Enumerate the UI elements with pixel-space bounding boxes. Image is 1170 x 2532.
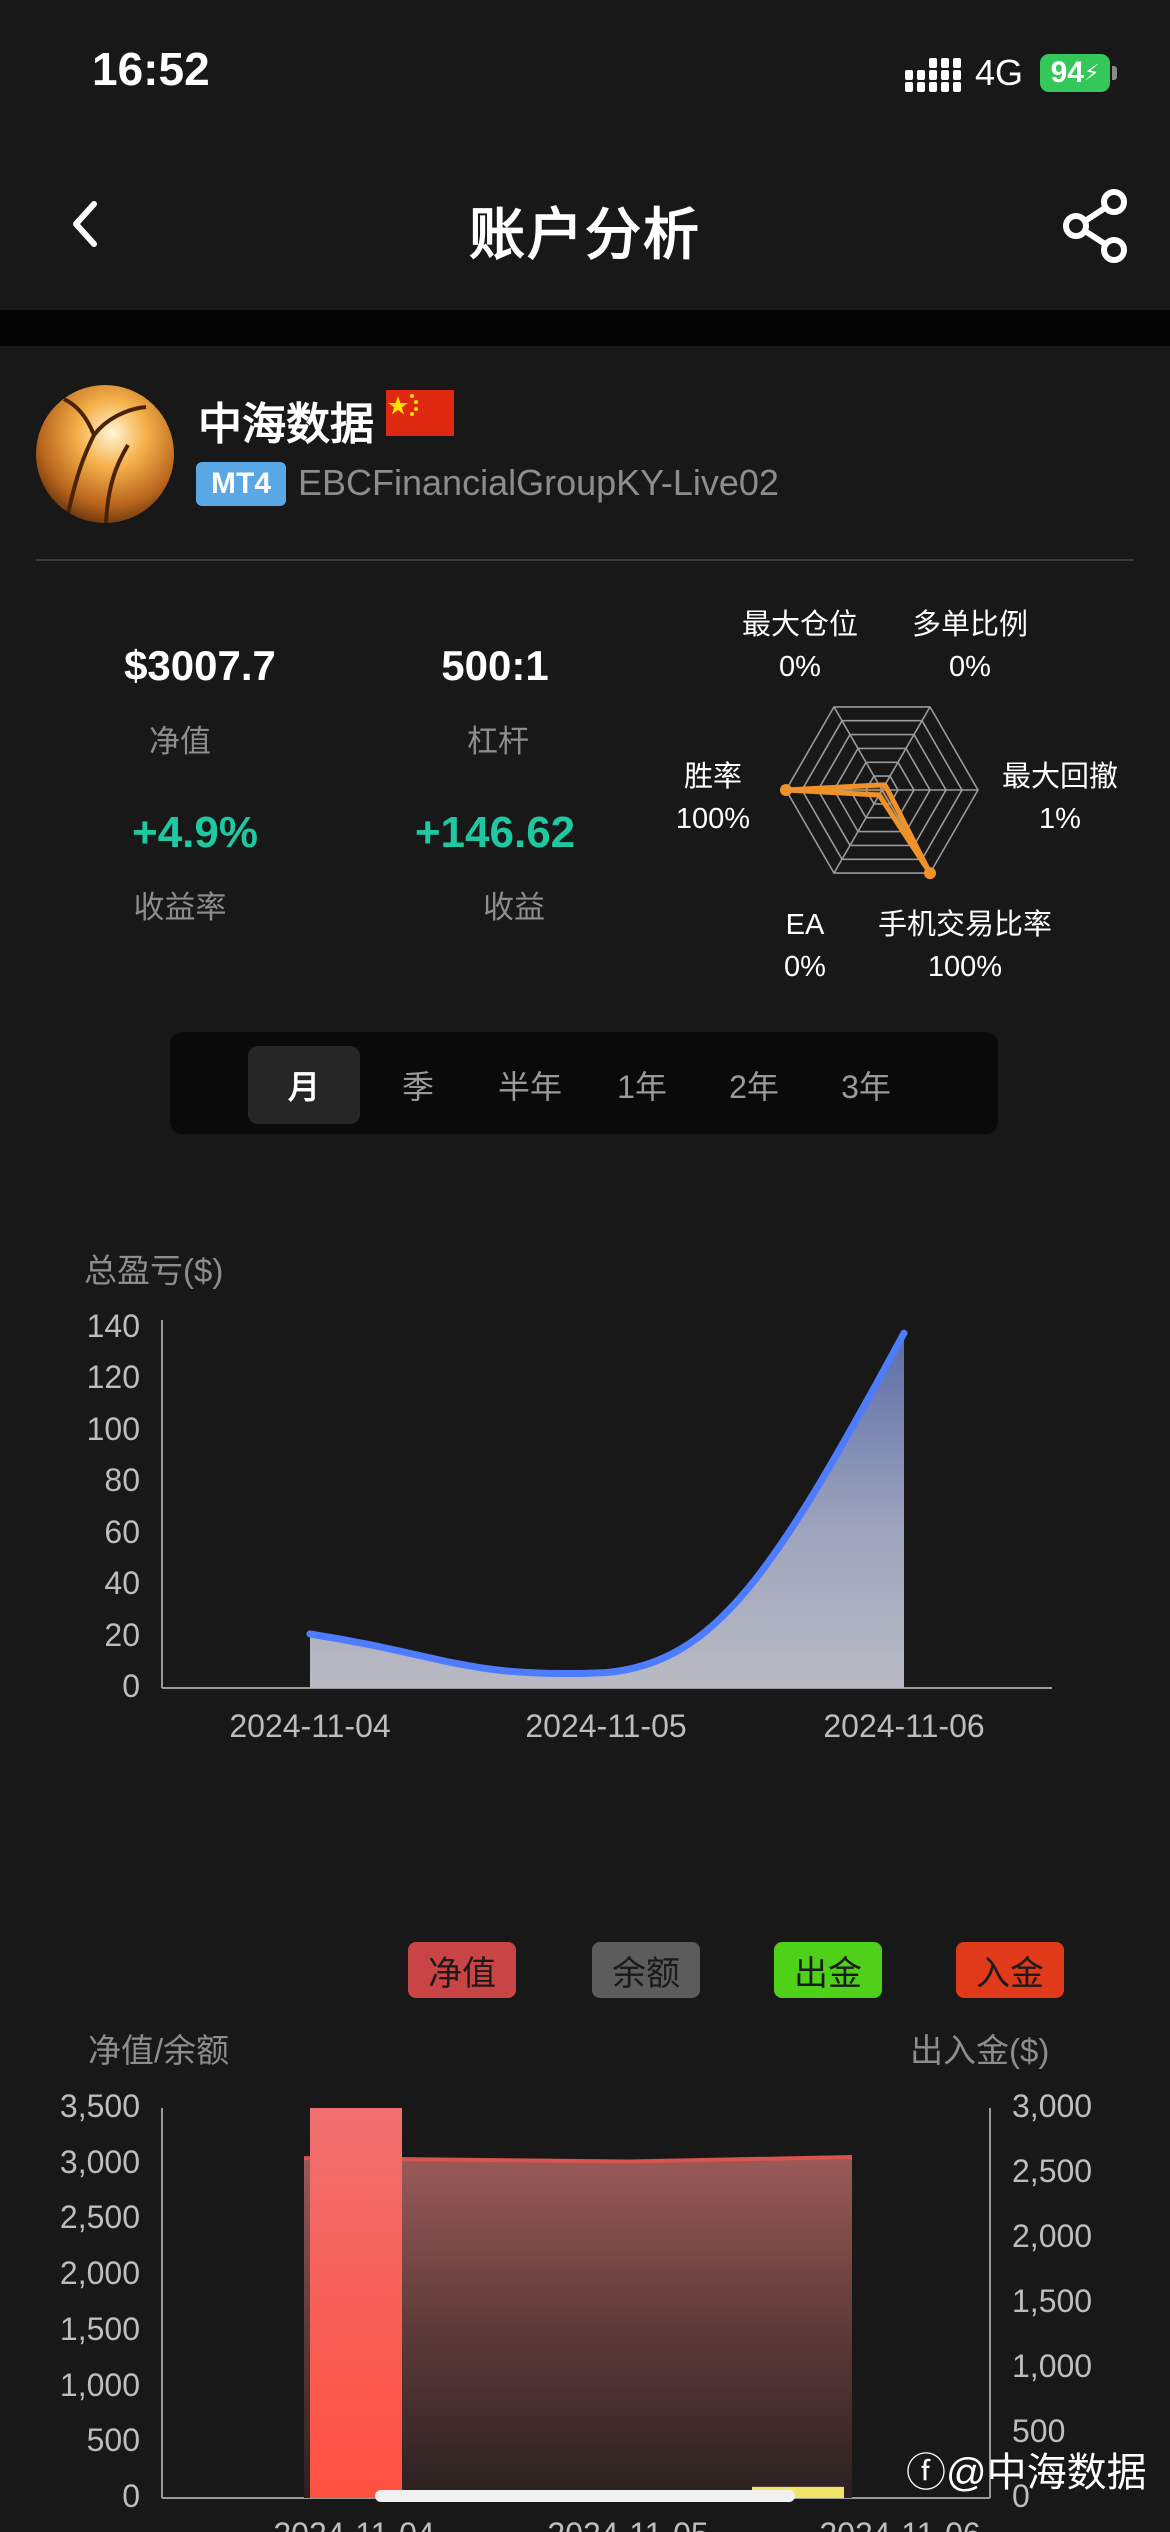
radar-label-name: EA (785, 909, 825, 941)
watermark: ⓕ@中海数据 (906, 2440, 1147, 2498)
radar-label-name: 胜率 (683, 761, 742, 793)
deposit-axis-title: 出入金($) (910, 2032, 1050, 2069)
battery-icon: 94 ⚡ (1040, 54, 1110, 92)
legend-label: 入金 (976, 1954, 1044, 1993)
radar-label-max-position: 最大仓位 0% (720, 604, 880, 688)
watermark-icon: ⓕ (906, 2451, 946, 2495)
home-indicator[interactable] (375, 2490, 795, 2502)
status-time: 16:52 (92, 43, 210, 95)
leverage-label: 杠杆 (467, 724, 529, 759)
legend-balance[interactable]: 余额 (592, 1942, 700, 1998)
tab-2-year[interactable]: 2年 (698, 1046, 810, 1124)
network-type: 4G (975, 52, 1024, 93)
radar-label-ea: EA 0% (765, 904, 845, 988)
tab-1-year[interactable]: 1年 (586, 1046, 698, 1124)
radar-label-name: 最大回撤 (1001, 761, 1118, 793)
radar-label-value: 0% (949, 651, 991, 683)
pnl-area (310, 1333, 904, 1688)
tab-quarter[interactable]: 季 (362, 1046, 474, 1124)
tab-half-year[interactable]: 半年 (474, 1046, 586, 1124)
equity-label: 净值 (149, 724, 211, 759)
share-icon[interactable] (1058, 186, 1138, 266)
radar-label-long-ratio: 多单比例 0% (895, 604, 1045, 688)
radar-label-name: 手机交易比率 (877, 909, 1052, 941)
pnl-axis-title: 总盈亏($) (84, 1252, 224, 1289)
battery-tip (1112, 66, 1117, 80)
equity-axis-title: 净值/余额 (88, 2032, 230, 2069)
account-name: 中海数据 (198, 400, 374, 449)
radar-label-max-drawdown: 最大回撤 1% (985, 756, 1135, 840)
return-rate-label: 收益率 (133, 890, 227, 925)
radar-label-win-rate: 胜率 100% (668, 756, 758, 840)
tab-month[interactable]: 月 (248, 1046, 360, 1124)
legend-deposit[interactable]: 入金 (956, 1942, 1064, 1998)
return-rate-value: +4.9% (132, 808, 258, 857)
radar-label-name: 最大仓位 (741, 609, 858, 641)
radar-label-mobile-ratio: 手机交易比率 100% (865, 904, 1065, 988)
radar-label-name: 多单比例 (911, 609, 1028, 641)
radar-label-value: 100% (927, 951, 1003, 983)
platform-badge: MT4 (196, 462, 286, 506)
deposit-bar (310, 2108, 402, 2498)
battery-level: 94 (1050, 56, 1084, 89)
server-name: EBCFinancialGroupKY-Live02 (298, 462, 779, 503)
china-flag-icon (386, 390, 454, 436)
radar-label-value: 1% (1039, 803, 1081, 835)
pnl-chart (161, 1320, 1052, 1689)
equity-value: $3007.7 (124, 642, 276, 689)
radar-label-value: 100% (675, 803, 751, 835)
page-title: 账户分析 (469, 203, 701, 266)
leverage-value: 500:1 (441, 642, 549, 689)
legend-label: 出金 (794, 1954, 862, 1993)
signal-icon (905, 58, 961, 92)
avatar[interactable] (36, 385, 174, 523)
legend-withdrawal[interactable]: 出金 (774, 1942, 882, 1998)
legend-label: 净值 (428, 1954, 496, 1993)
header-separator (0, 310, 1170, 346)
profit-value: +146.62 (414, 808, 576, 857)
legend-label: 余额 (612, 1954, 680, 1993)
watermark-text: @中海数据 (946, 2451, 1147, 2495)
profit-label: 收益 (483, 890, 545, 925)
profile-divider (36, 559, 1134, 561)
legend-equity[interactable]: 净值 (408, 1942, 516, 1998)
radar-label-value: 0% (784, 951, 826, 983)
tab-3-year[interactable]: 3年 (810, 1046, 922, 1124)
radar-label-value: 0% (779, 651, 821, 683)
